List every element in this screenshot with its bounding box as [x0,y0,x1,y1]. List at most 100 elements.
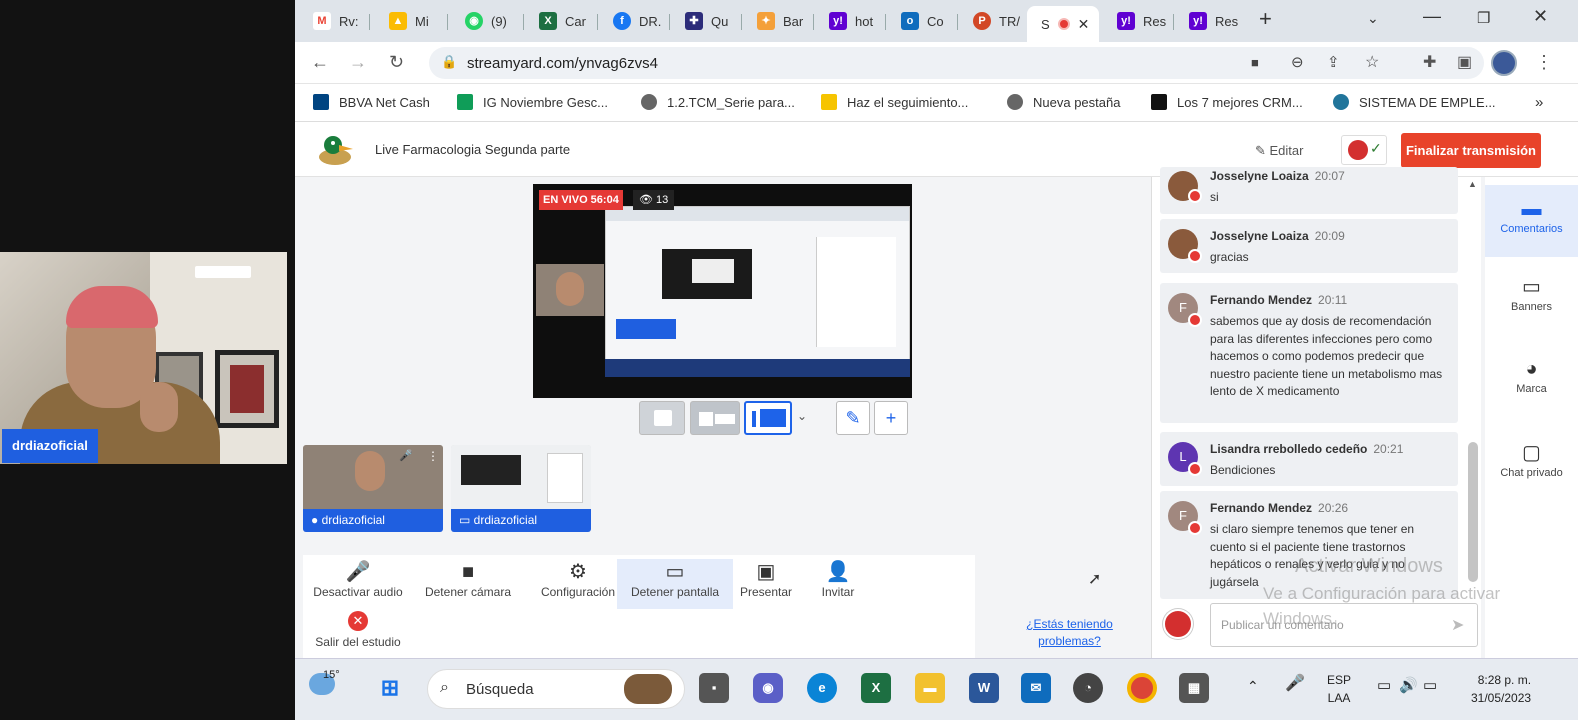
layout-solo-button[interactable] [639,401,685,435]
bookmark-ig[interactable]: IG Noviembre Gesc... [457,94,608,110]
tab-yahoo-res[interactable]: y! Res [1175,6,1238,36]
close-tab-icon[interactable]: ✕ [1078,16,1090,33]
powerpoint-icon: P [973,12,991,30]
edit-layout-button[interactable]: ✎ [836,401,870,435]
calculator-icon[interactable]: ▦ [1179,673,1209,703]
network-icon[interactable]: ▭ [1377,677,1391,695]
clock[interactable]: 8:28 p. m. 31/05/2023 [1471,671,1531,707]
bookmark-seguimiento[interactable]: Haz el seguimiento... [821,94,968,110]
comment-input[interactable]: Publicar un comentario ➤ [1210,603,1478,647]
participant-thumb[interactable]: 🎤 ⋮ ● drdiazoficial [303,445,443,532]
bookmark-bbva[interactable]: BBVA Net Cash [313,94,430,110]
microphone-icon[interactable]: 🎤 [1285,675,1305,693]
reload-icon[interactable]: ↻ [389,52,404,73]
tab-bar[interactable]: ✦ Bar [743,6,803,36]
whatsapp-icon[interactable]: ◔ [1073,673,1103,703]
chevron-down-icon[interactable]: ⌄ [797,409,807,423]
volume-icon[interactable]: 🔊 [1399,677,1418,695]
stop-camera-button[interactable]: ■ Detener cámara [413,559,523,599]
stage-preview[interactable]: EN VIVO 56:04 👁 13 [533,184,912,398]
chat-scrollbar[interactable]: ▲ [1464,177,1482,597]
mute-audio-button[interactable]: 🎤 Desactivar audio [303,559,413,599]
bookmark-tcm[interactable]: 1.2.TCM_Serie para... [641,94,795,110]
edit-button[interactable]: ✎ Editar [1255,143,1303,159]
screen-icon [760,409,786,427]
private-chat-tab[interactable]: ▢ Chat privado [1485,439,1578,499]
task-view-icon[interactable]: ▪ [699,673,729,703]
more-bookmarks-icon[interactable]: » [1535,94,1543,111]
maximize-button[interactable]: ❐ [1477,9,1490,27]
recording-icon [1057,18,1070,30]
menu-icon[interactable]: ⋮ [1535,52,1553,73]
send-icon[interactable]: ➤ [1451,615,1464,635]
palette-icon: ◕ [1525,358,1538,380]
extensions-icon[interactable]: ✚ [1423,52,1436,72]
screen-thumb[interactable]: ▭ drdiazoficial [451,445,591,532]
tab-whatsapp[interactable]: ◉ (9) [451,6,507,36]
problems-link[interactable]: ¿Estás teniendo problemas? [1007,616,1132,650]
chevron-up-icon[interactable]: ⌃ [1247,677,1259,695]
tab-gmail[interactable]: M Rv: [299,6,359,36]
camera-permission-icon[interactable]: ■ [1251,55,1259,70]
microphone-icon[interactable]: 🎤 [399,449,413,462]
taskbar-search[interactable]: ⌕ Búsqueda [427,669,685,709]
tab-search-chevron-icon[interactable]: ⌄ [1367,10,1379,27]
banners-tab[interactable]: ▭ Banners [1485,273,1578,333]
leave-studio-button[interactable]: ✕ Salir del estudio [303,611,413,649]
chrome-icon[interactable] [1127,673,1157,703]
back-icon[interactable]: ← [311,52,329,73]
thumb-screen [451,445,591,509]
add-layout-button[interactable]: + [874,401,908,435]
close-window-button[interactable]: ✕ [1533,6,1548,27]
excel-icon[interactable]: X [861,673,891,703]
word-icon[interactable]: W [969,673,999,703]
bookmark-nueva-pestana[interactable]: Nueva pestaña [1007,94,1120,110]
bookmark-label: 1.2.TCM_Serie para... [667,94,795,110]
more-icon[interactable]: ⋮ [427,449,439,463]
layout-sidebar-button[interactable] [744,401,792,435]
tab-label: hot [855,13,874,29]
comments-tab[interactable]: ▬ Comentarios [1485,185,1578,257]
edge-icon[interactable]: e [807,673,837,703]
bookmark-sistema[interactable]: SISTEMA DE EMPLE... [1333,94,1496,110]
brand-tab[interactable]: ◕ Marca [1485,355,1578,415]
address-toolbar: ← → ↻ 🔒 streamyard.com/ynvag6zvs4 ■ ⊖ ⇪ … [295,42,1578,84]
tab-excel[interactable]: X Car [525,6,586,36]
battery-icon[interactable]: ▭ [1423,677,1437,695]
scroll-up-icon[interactable]: ▲ [1468,179,1477,189]
tab-streamyard[interactable]: S ✕ [1027,6,1099,42]
end-broadcast-button[interactable]: Finalizar transmisión [1401,133,1541,168]
invite-button[interactable]: 👤 Invitar [783,559,893,599]
tab-facebook[interactable]: f DR. [599,6,661,36]
bookmark-star-icon[interactable]: ☆ [1365,52,1379,72]
forward-icon[interactable]: → [349,52,367,73]
address-bar[interactable]: 🔒 streamyard.com/ynvag6zvs4 ■ ⊖ ⇪ ☆ [429,47,1484,79]
lock-icon: 🔒 [441,54,458,69]
zoom-icon[interactable]: ⊖ [1291,53,1304,71]
windows-start-icon[interactable]: ⊞ [375,673,405,703]
tab-quiz[interactable]: ✚ Qu [671,6,728,36]
side-panel-icon[interactable]: ▣ [1457,52,1472,72]
tab-label: TR/ [999,13,1020,29]
share-icon[interactable]: ⇪ [1327,53,1340,71]
tracking-icon [821,94,837,110]
destinations-button[interactable]: ✓ [1341,135,1387,165]
tab-outlook[interactable]: o Co [887,6,944,36]
sheets-icon [457,94,473,110]
file-explorer-icon[interactable]: ▬ [915,673,945,703]
bookmark-label: Los 7 mejores CRM... [1177,94,1303,110]
mail-icon[interactable]: ✉ [1021,673,1051,703]
new-tab-button[interactable]: + [1259,6,1272,32]
tab-yahoo-res[interactable]: y! Res [1103,6,1166,36]
tab-label: S [1041,16,1050,32]
yahoo-icon: y! [829,12,847,30]
profile-avatar[interactable] [1491,50,1517,76]
bookmark-crm[interactable]: Los 7 mejores CRM... [1151,94,1303,110]
tab-drive[interactable]: ▲ Mi [375,6,429,36]
language-indicator[interactable]: ESP LAA [1327,671,1351,707]
tab-powerpoint[interactable]: P TR/ [959,6,1020,36]
layout-split-button[interactable] [690,401,740,435]
teams-icon[interactable]: ◉ [753,673,783,703]
minimize-button[interactable]: — [1423,6,1441,27]
tab-yahoo-hot[interactable]: y! hot [815,6,873,36]
